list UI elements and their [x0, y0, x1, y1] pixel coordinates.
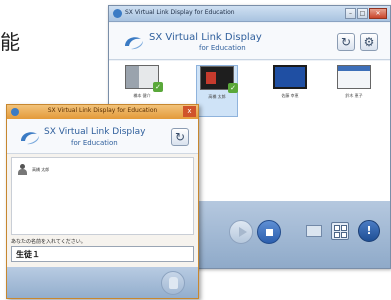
app-icon — [113, 9, 122, 18]
refresh-button[interactable]: ↻ — [337, 33, 355, 51]
gear-icon: ⚙ — [363, 35, 375, 49]
teacher-window-titlebar[interactable]: SX Virtual Link Display for Education – … — [109, 6, 390, 22]
student-name: 鈴木 恵子 — [345, 93, 363, 98]
refresh-button[interactable]: ↻ — [171, 128, 189, 146]
list-item-label: 高橋 太郎 — [32, 166, 50, 172]
list-item[interactable]: 高橋 太郎 — [18, 164, 49, 175]
check-icon: ✓ — [153, 82, 163, 92]
grid-view-button[interactable] — [331, 222, 349, 240]
preview-content — [206, 72, 216, 84]
brand-title: SX Virtual Link Display — [44, 127, 146, 137]
screen-preview — [337, 65, 371, 89]
student-thumbnail[interactable]: ✓ 橋本 健介 — [121, 65, 163, 99]
info-button[interactable]: ! — [358, 220, 380, 242]
play-icon — [239, 227, 247, 237]
student-window-title: SX Virtual Link Display for Education — [47, 107, 158, 114]
teacher-header: SX Virtual Link Display for Education ↻ … — [109, 23, 390, 60]
stop-button[interactable] — [257, 220, 281, 244]
teacher-window-title: SX Virtual Link Display for Education — [125, 9, 235, 16]
student-control-bar — [7, 267, 198, 298]
app-logo-icon — [21, 132, 39, 145]
hand-icon — [169, 277, 178, 289]
name-prompt-label: あなたの名前を入れてください。 — [11, 239, 86, 245]
refresh-icon: ↻ — [174, 130, 186, 144]
info-icon: ! — [366, 224, 372, 237]
student-name: 橋本 健介 — [133, 93, 151, 98]
play-button[interactable] — [229, 220, 253, 244]
teacher-list: 高橋 太郎 — [11, 157, 194, 235]
cropped-edge-text: 能 — [0, 30, 20, 54]
screen-preview: ✓ — [125, 65, 163, 92]
student-name: 高橋 太郎 — [208, 94, 226, 99]
raise-hand-button[interactable] — [161, 271, 185, 295]
screen-preview — [273, 65, 307, 89]
refresh-icon: ↻ — [340, 35, 352, 49]
student-thumbnail[interactable]: 鈴木 恵子 — [333, 65, 375, 99]
student-thumbnail[interactable]: 佐藤 幸恵 — [269, 65, 311, 99]
brand-subtitle: for Education — [71, 139, 118, 147]
student-name: 佐藤 幸恵 — [281, 93, 299, 98]
app-logo-icon — [125, 37, 143, 50]
brand-title: SX Virtual Link Display — [149, 32, 262, 43]
grid-icon — [334, 225, 340, 231]
close-button[interactable]: ✕ — [369, 8, 387, 19]
brand-subtitle: for Education — [199, 44, 246, 52]
student-header: SX Virtual Link Display for Education ↻ — [7, 119, 198, 154]
name-input[interactable]: 生徒１ — [11, 246, 194, 262]
user-icon — [18, 164, 27, 175]
stop-icon — [266, 229, 273, 236]
minimize-button[interactable]: – — [345, 8, 356, 19]
wide-screen-button[interactable] — [306, 225, 322, 237]
student-window-titlebar[interactable]: SX Virtual Link Display for Education x — [7, 105, 198, 119]
screenshot-stage: 能 SX Virtual Link Display for Education … — [0, 0, 391, 300]
screen-preview: ✓ — [200, 66, 238, 93]
settings-button[interactable]: ⚙ — [360, 33, 378, 51]
check-icon: ✓ — [228, 83, 238, 93]
close-button[interactable]: x — [183, 106, 196, 117]
maximize-button[interactable]: □ — [357, 8, 368, 19]
student-thumbnail-selected[interactable]: ✓ 高橋 太郎 — [196, 65, 238, 117]
student-window: SX Virtual Link Display for Education x … — [6, 104, 199, 299]
